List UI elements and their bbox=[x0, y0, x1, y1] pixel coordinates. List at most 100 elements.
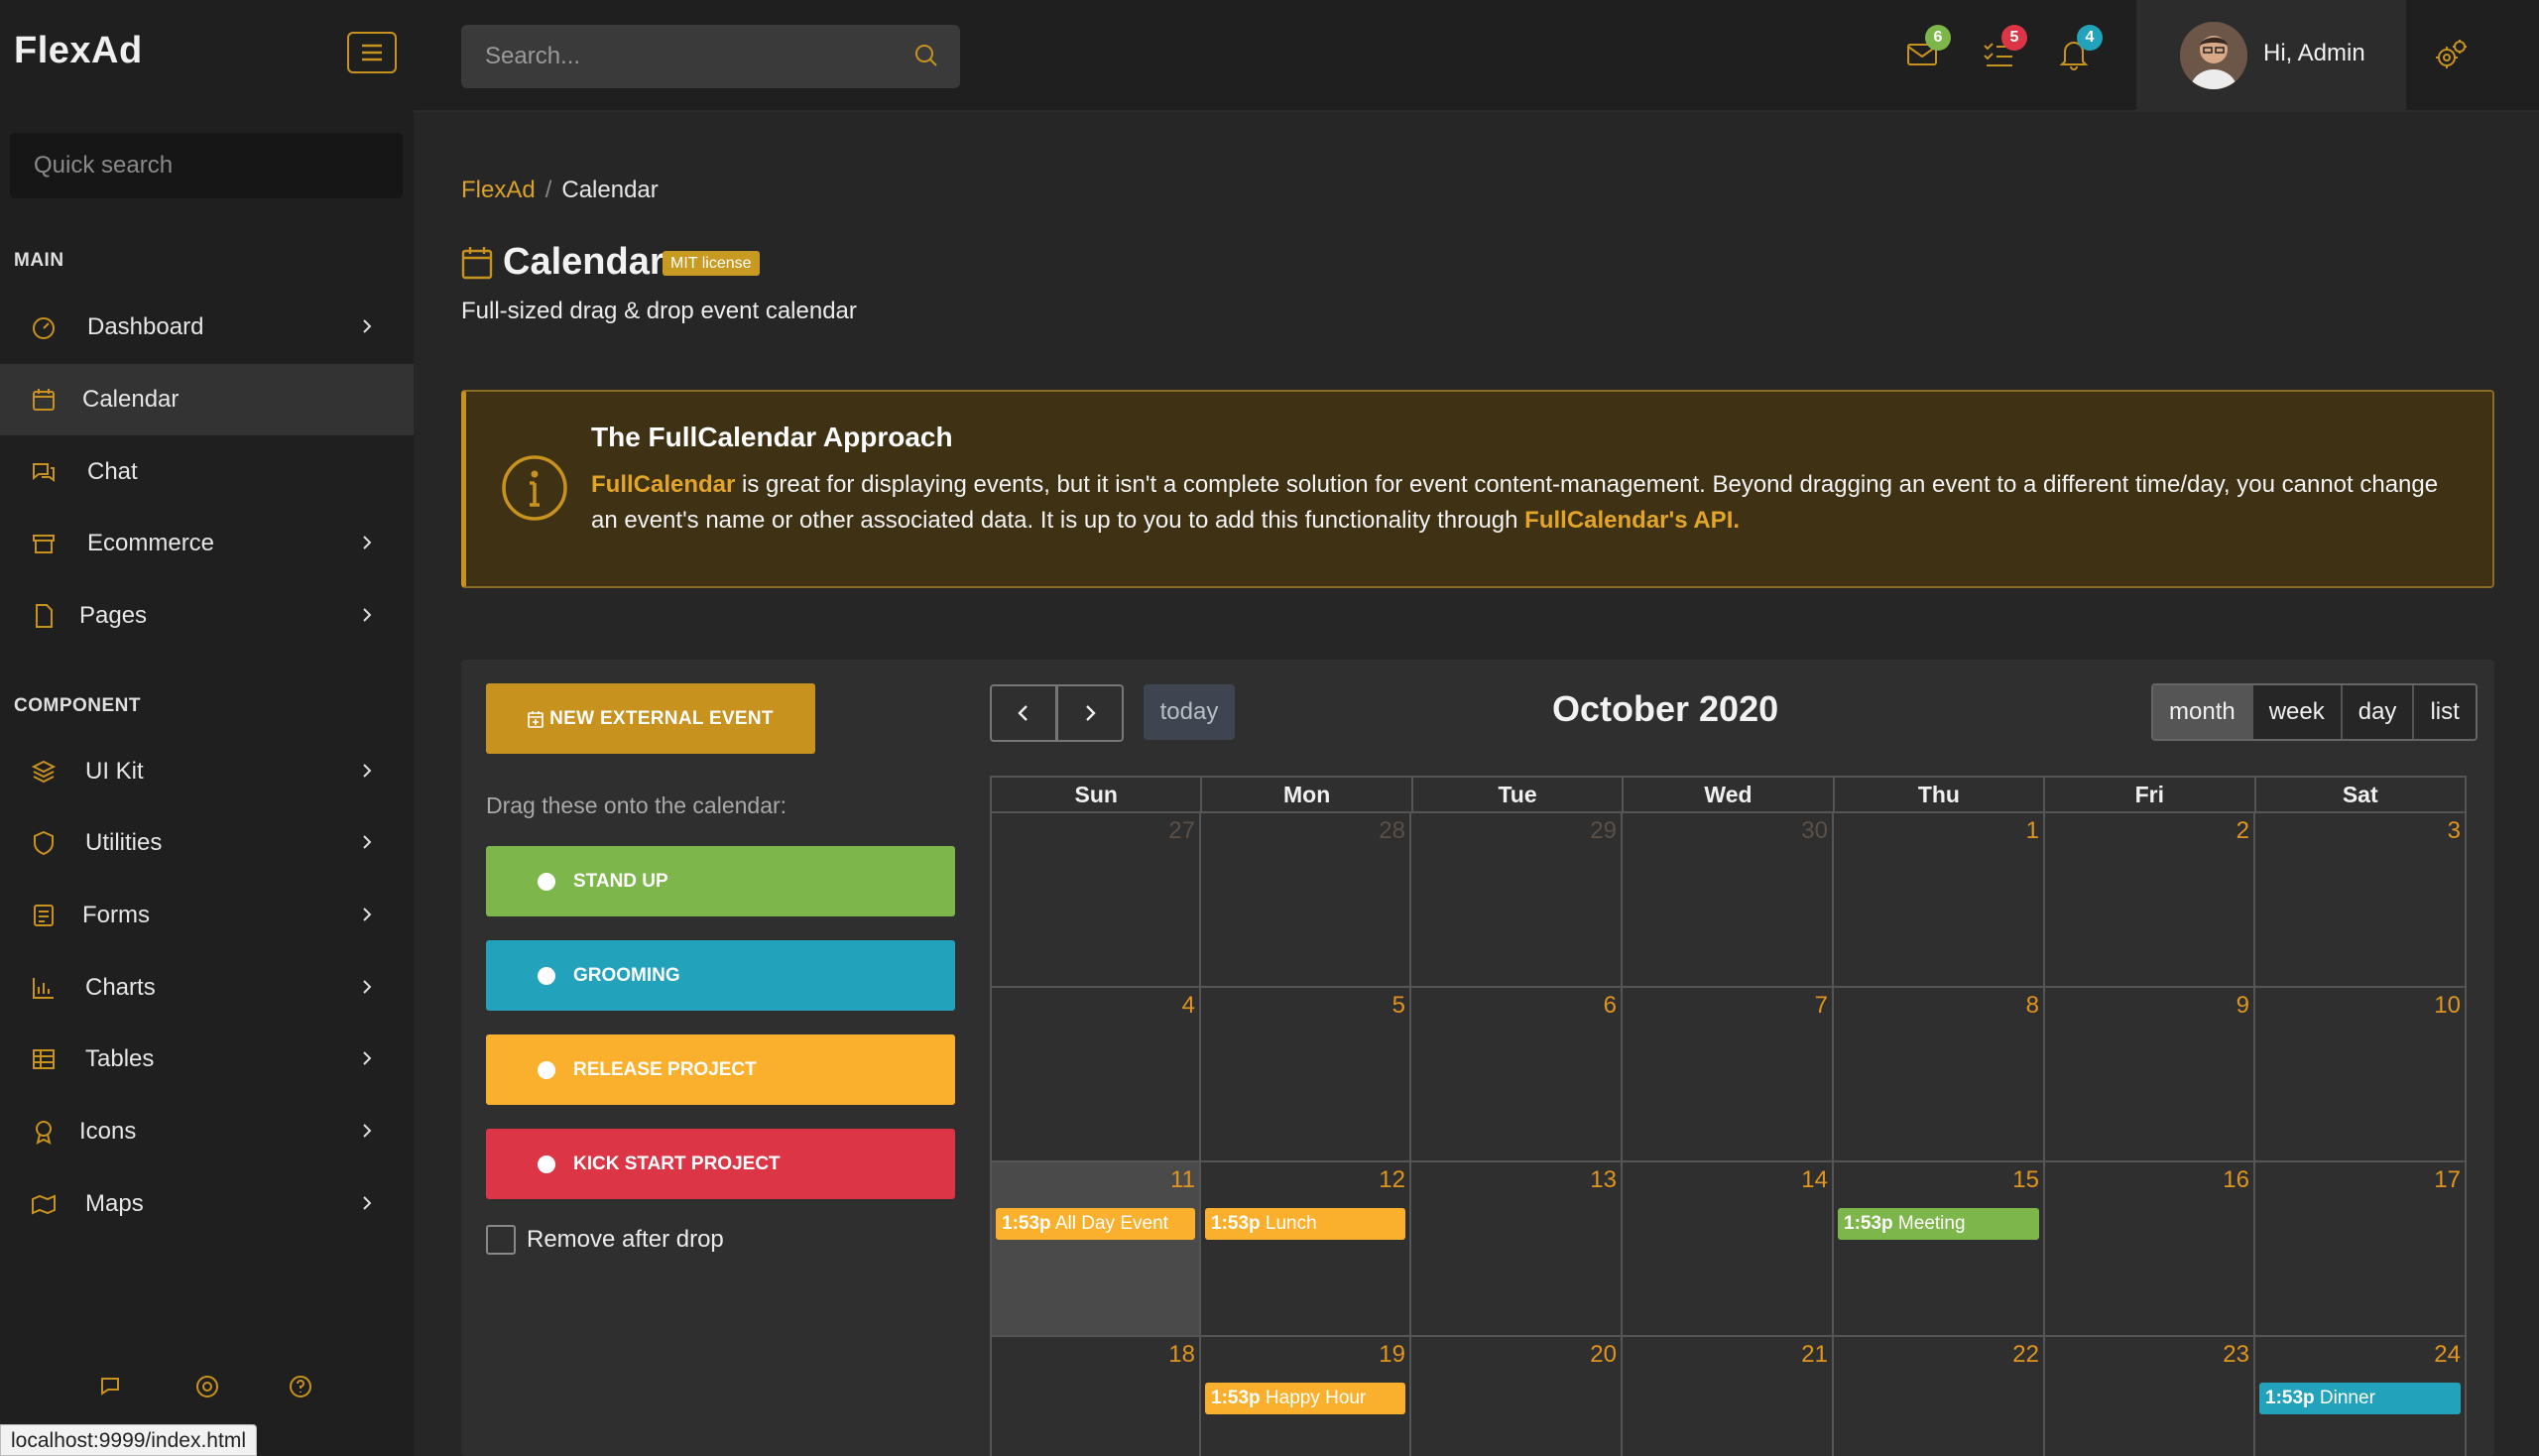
day-number[interactable]: 12 bbox=[1379, 1166, 1405, 1194]
sidebar-item-tables[interactable]: Tables bbox=[0, 1024, 414, 1095]
day-number[interactable]: 16 bbox=[2223, 1166, 2249, 1194]
day-number[interactable]: 21 bbox=[1801, 1341, 1828, 1369]
user-menu[interactable]: Hi, Admin bbox=[2136, 0, 2406, 112]
day-cell[interactable]: 2 bbox=[2045, 813, 2255, 988]
day-cell[interactable]: 4 bbox=[990, 988, 1201, 1162]
day-cell[interactable]: 19 1:53p Happy Hour bbox=[1201, 1337, 1411, 1456]
today-button[interactable]: today bbox=[1144, 684, 1235, 740]
day-number[interactable]: 24 bbox=[2434, 1341, 2461, 1369]
day-cell[interactable]: 13 bbox=[1411, 1162, 1623, 1337]
external-event-stand-up[interactable]: STAND UP bbox=[486, 846, 955, 916]
sidebar-item-forms[interactable]: Forms bbox=[0, 880, 414, 951]
day-cell[interactable]: 7 bbox=[1623, 988, 1834, 1162]
day-number[interactable]: 9 bbox=[2237, 992, 2249, 1020]
sidebar-item-label: Chat bbox=[87, 458, 138, 485]
day-number[interactable]: 5 bbox=[1392, 992, 1405, 1020]
brand-logo[interactable]: FlexAd bbox=[14, 30, 143, 72]
day-cell[interactable]: 8 bbox=[1834, 988, 2045, 1162]
day-number[interactable]: 29 bbox=[1590, 817, 1617, 845]
quick-search-input[interactable] bbox=[10, 133, 403, 198]
day-cell[interactable]: 15 1:53p Meeting bbox=[1834, 1162, 2045, 1337]
search-input[interactable] bbox=[461, 25, 960, 88]
menu-toggle-button[interactable] bbox=[347, 32, 397, 73]
view-list-button[interactable]: list bbox=[2412, 685, 2476, 739]
day-cell[interactable]: 10 bbox=[2255, 988, 2467, 1162]
day-cell[interactable]: 28 bbox=[1201, 813, 1411, 988]
next-month-button[interactable] bbox=[1056, 684, 1124, 742]
view-month-button[interactable]: month bbox=[2153, 685, 2251, 739]
calendar-event[interactable]: 1:53p Happy Hour bbox=[1205, 1383, 1405, 1414]
view-day-button[interactable]: day bbox=[2340, 685, 2413, 739]
day-cell[interactable]: 22 bbox=[1834, 1337, 2045, 1456]
day-number[interactable]: 18 bbox=[1168, 1341, 1195, 1369]
calendar-event[interactable]: 1:53p Dinner bbox=[2259, 1383, 2461, 1414]
day-cell[interactable]: 18 bbox=[990, 1337, 1201, 1456]
day-number[interactable]: 20 bbox=[1590, 1341, 1617, 1369]
sidebar-item-dashboard[interactable]: Dashboard bbox=[0, 292, 414, 363]
day-number[interactable]: 13 bbox=[1590, 1166, 1617, 1194]
calendar-event[interactable]: 1:53p Lunch bbox=[1205, 1208, 1405, 1240]
sidebar-item-utilities[interactable]: Utilities bbox=[0, 807, 414, 879]
day-cell[interactable]: 30 bbox=[1623, 813, 1834, 988]
day-number[interactable]: 15 bbox=[2012, 1166, 2039, 1194]
support-icon[interactable] bbox=[193, 1373, 221, 1400]
day-number[interactable]: 2 bbox=[2237, 817, 2249, 845]
fullcalendar-link[interactable]: FullCalendar bbox=[591, 471, 735, 498]
day-number[interactable]: 8 bbox=[2026, 992, 2039, 1020]
day-cell[interactable]: 24 1:53p Dinner bbox=[2255, 1337, 2467, 1456]
gear-icon[interactable] bbox=[2430, 36, 2470, 75]
day-cell[interactable]: 20 bbox=[1411, 1337, 1623, 1456]
day-number[interactable]: 27 bbox=[1168, 817, 1195, 845]
search-icon[interactable] bbox=[912, 42, 940, 69]
day-number[interactable]: 3 bbox=[2448, 817, 2461, 845]
day-number[interactable]: 11 bbox=[1170, 1166, 1195, 1194]
day-cell[interactable]: 16 bbox=[2045, 1162, 2255, 1337]
breadcrumb-link-home[interactable]: FlexAd bbox=[461, 177, 536, 203]
day-cell[interactable]: 27 bbox=[990, 813, 1201, 988]
new-external-event-button[interactable]: NEW EXTERNAL EVENT bbox=[486, 683, 815, 754]
view-week-button[interactable]: week bbox=[2250, 685, 2341, 739]
day-cell[interactable]: 5 bbox=[1201, 988, 1411, 1162]
day-number[interactable]: 17 bbox=[2434, 1166, 2461, 1194]
day-cell[interactable]: 23 bbox=[2045, 1337, 2255, 1456]
calendar-event[interactable]: 1:53p Meeting bbox=[1838, 1208, 2039, 1240]
sidebar-item-maps[interactable]: Maps bbox=[0, 1168, 414, 1240]
day-number[interactable]: 10 bbox=[2434, 992, 2461, 1020]
sidebar-item-charts[interactable]: Charts bbox=[0, 952, 414, 1024]
day-number[interactable]: 30 bbox=[1801, 817, 1828, 845]
help-icon[interactable] bbox=[287, 1373, 314, 1400]
day-cell[interactable]: 3 bbox=[2255, 813, 2467, 988]
day-cell[interactable]: 9 bbox=[2045, 988, 2255, 1162]
external-event-grooming[interactable]: GROOMING bbox=[486, 940, 955, 1011]
sidebar-item-ui-kit[interactable]: UI Kit bbox=[0, 736, 414, 807]
day-number[interactable]: 7 bbox=[1815, 992, 1828, 1020]
external-event-release-project[interactable]: RELEASE PROJECT bbox=[486, 1034, 955, 1105]
day-number[interactable]: 1 bbox=[2026, 817, 2039, 845]
day-number[interactable]: 23 bbox=[2223, 1341, 2249, 1369]
sidebar-item-ecommerce[interactable]: Ecommerce bbox=[0, 508, 414, 579]
remove-after-drop-checkbox[interactable] bbox=[486, 1225, 516, 1255]
day-number[interactable]: 4 bbox=[1182, 992, 1195, 1020]
day-cell[interactable]: 11 1:53p All Day Event bbox=[990, 1162, 1201, 1337]
day-number[interactable]: 14 bbox=[1801, 1166, 1828, 1194]
day-cell[interactable]: 21 bbox=[1623, 1337, 1834, 1456]
sidebar-item-icons[interactable]: Icons bbox=[0, 1096, 414, 1167]
day-cell[interactable]: 29 bbox=[1411, 813, 1623, 988]
calendar-event[interactable]: 1:53p All Day Event bbox=[996, 1208, 1195, 1240]
day-cell[interactable]: 17 bbox=[2255, 1162, 2467, 1337]
day-number[interactable]: 6 bbox=[1604, 992, 1617, 1020]
day-number[interactable]: 22 bbox=[2012, 1341, 2039, 1369]
day-cell[interactable]: 1 bbox=[1834, 813, 2045, 988]
sidebar-item-calendar[interactable]: Calendar bbox=[0, 364, 414, 435]
external-event-kick-start-project[interactable]: KICK START PROJECT bbox=[486, 1129, 955, 1199]
day-cell[interactable]: 12 1:53p Lunch bbox=[1201, 1162, 1411, 1337]
day-cell[interactable]: 6 bbox=[1411, 988, 1623, 1162]
fullcalendar-api-link[interactable]: FullCalendar's API. bbox=[1524, 507, 1740, 534]
sidebar-item-pages[interactable]: Pages bbox=[0, 580, 414, 652]
messages-icon[interactable] bbox=[98, 1373, 126, 1400]
day-number[interactable]: 19 bbox=[1379, 1341, 1405, 1369]
sidebar-item-chat[interactable]: Chat bbox=[0, 436, 414, 508]
prev-month-button[interactable] bbox=[990, 684, 1057, 742]
day-cell[interactable]: 14 bbox=[1623, 1162, 1834, 1337]
day-number[interactable]: 28 bbox=[1379, 817, 1405, 845]
